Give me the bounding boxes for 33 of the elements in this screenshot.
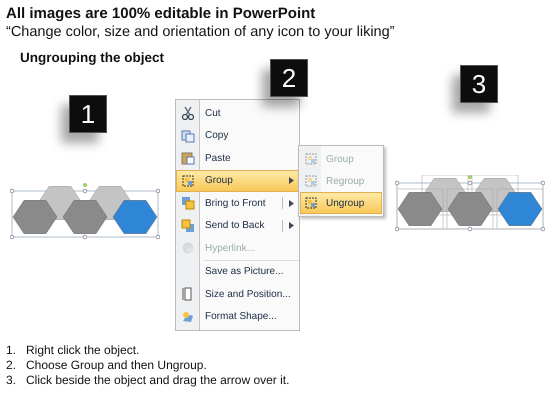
group-icon: [304, 152, 318, 166]
list-number: 2.: [6, 358, 18, 373]
menu-item[interactable]: Send to Back: [176, 214, 299, 237]
clipboard-icon: [181, 151, 195, 166]
instruction-text: Right click the object.: [26, 343, 140, 358]
menu-item[interactable]: Format Shape...: [176, 306, 299, 328]
list-number: 3.: [6, 373, 18, 388]
list-number: 1.: [6, 343, 18, 358]
copy-icon: [181, 128, 195, 143]
globe-icon: [181, 241, 195, 256]
slide-title: All images are 100% editable in PowerPoint: [6, 4, 316, 23]
group-icon: [181, 174, 195, 188]
ungroup-icon: [304, 196, 318, 210]
step-number-badge: 2: [270, 59, 308, 97]
slide-subtitle: “Change color, size and orientation of any icon to your liking”: [6, 23, 396, 42]
instruction-text: Click beside the object and drag the arrow over it.: [26, 373, 290, 388]
menu-item[interactable]: Group: [176, 170, 299, 192]
step-number-badge: 3: [460, 65, 498, 103]
menu-item[interactable]: Cut: [176, 102, 299, 124]
menu-item[interactable]: Ungroup: [300, 192, 382, 214]
section-heading: Ungrouping the object: [20, 50, 165, 65]
instruction-text: Choose Group and then Ungroup.: [26, 358, 207, 373]
menu-item[interactable]: Paste: [176, 147, 299, 170]
format-icon: [181, 310, 195, 324]
step-number-badge: 1: [69, 95, 107, 133]
regroup-icon: [304, 174, 318, 188]
menu-item[interactable]: Bring to Front: [176, 192, 299, 214]
front-icon: [181, 196, 195, 210]
menu-item[interactable]: Size and Position...: [176, 283, 299, 306]
menu-item[interactable]: Save as Picture...: [176, 260, 299, 283]
scissors-icon: [181, 106, 195, 120]
menu-item[interactable]: Copy: [176, 124, 299, 147]
back-icon: [181, 218, 195, 233]
